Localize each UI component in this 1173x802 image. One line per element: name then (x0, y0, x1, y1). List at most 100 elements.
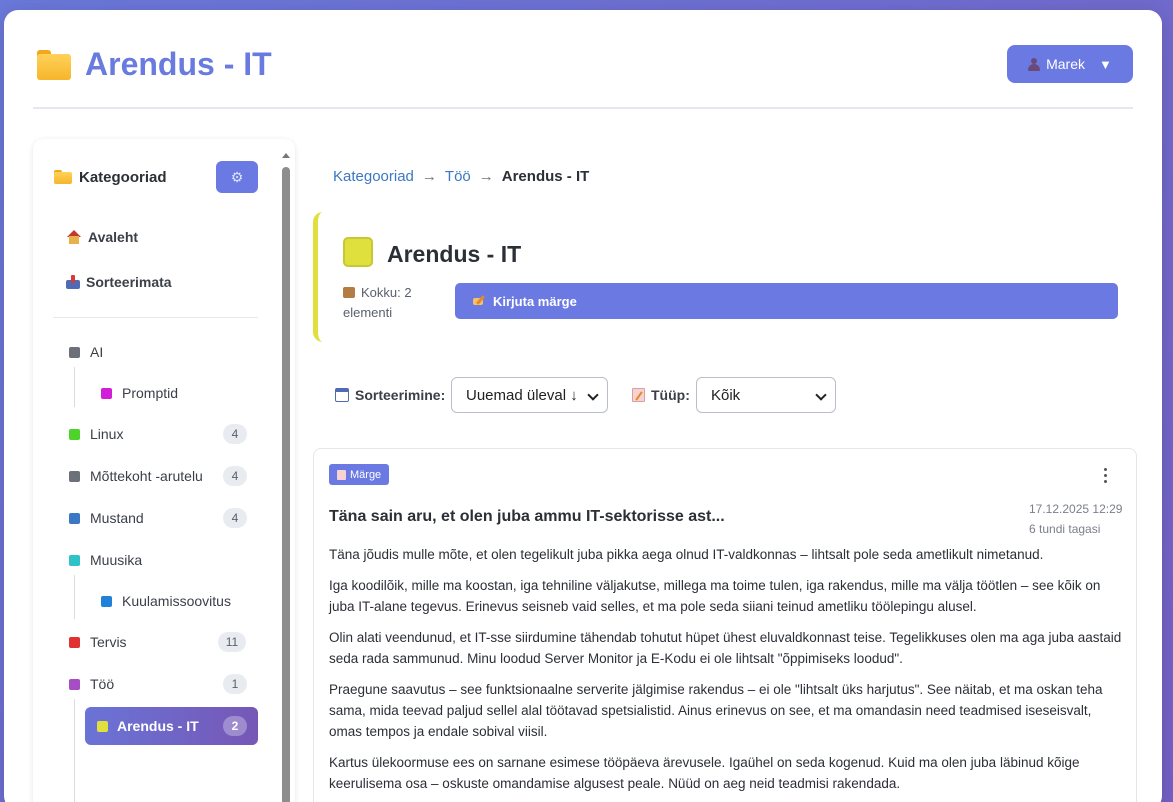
category-label: Tervis (90, 634, 127, 650)
note-title: Täna sain aru, et olen juba ammu IT-sekt… (329, 508, 725, 525)
note-paragraph: Iga koodilõik, mille ma koostan, iga teh… (329, 578, 1101, 614)
nav-item-label: Sorteerimata (86, 274, 172, 290)
user-icon (1028, 57, 1041, 71)
sidebar-divider (53, 317, 258, 318)
category-color (69, 678, 80, 690)
tree-line (74, 575, 75, 619)
sort-select-value: Uuemad üleval ↓ (466, 386, 578, 404)
category-color-swatch (343, 237, 373, 267)
note-type-label: Märge (350, 468, 382, 481)
sort-select[interactable]: Uuemad üleval ↓ (451, 377, 608, 413)
category-count-badge: 2 (223, 716, 247, 736)
note-card[interactable]: Märge 17.12.2025 12:29 6 tundi tagasi Tä… (313, 448, 1137, 802)
nav-item-label: Avaleht (88, 229, 139, 245)
sidebar: Kategooriad ⚙ Avaleht Sorteerimata AI Pr… (33, 139, 295, 802)
sidebar-item-arendus-it[interactable]: Arendus - IT 2 (85, 707, 258, 745)
tree-line (74, 699, 75, 802)
writing-hand-icon (473, 295, 487, 307)
write-note-button[interactable]: Kirjuta märge (455, 283, 1118, 319)
package-icon (343, 287, 355, 298)
chevron-down-icon (815, 389, 827, 401)
tree-line (74, 367, 75, 407)
type-label: Tüüp: (632, 387, 690, 403)
category-color (69, 346, 80, 358)
category-count-badge: 4 (223, 466, 247, 486)
user-name: Marek (1046, 56, 1086, 72)
note-type-badge: Märge (329, 464, 390, 485)
scroll-up-arrow-icon[interactable] (282, 153, 290, 158)
sidebar-scrollbar[interactable] (281, 149, 291, 802)
note-body: Täna jõudis mulle mõte, et olen tegeliku… (329, 544, 1124, 802)
memo-icon (337, 469, 346, 480)
sidebar-item-linux[interactable]: Linux (69, 426, 123, 442)
breadcrumb-separator: → (421, 168, 437, 185)
note-relative-time: 6 tundi tagasi (1029, 522, 1101, 536)
inbox-icon (66, 275, 80, 289)
breadcrumb: Kategooriad → Töö → Arendus - IT (333, 168, 589, 185)
note-paragraph: Kartus ülekoormuse ees on sarnane esimes… (329, 755, 1080, 791)
note-date: 17.12.2025 12:29 (1029, 502, 1123, 516)
more-options-icon[interactable] (1095, 463, 1115, 487)
category-label: AI (90, 344, 104, 360)
category-count-badge: 1 (223, 674, 247, 694)
type-select[interactable]: Kõik (696, 377, 836, 413)
nav-item-home[interactable]: Avaleht (66, 229, 138, 245)
note-paragraph: Täna jõudis mulle mõte, et olen tegeliku… (329, 547, 1044, 562)
sidebar-item-promptid[interactable]: Promptid (101, 385, 178, 401)
folder-icon (54, 170, 72, 184)
category-color (69, 428, 80, 440)
memo-icon (632, 388, 645, 402)
category-header: Arendus - IT Kokku: 2 elementi Kirjuta m… (313, 212, 1133, 342)
category-label: Muusika (90, 552, 143, 568)
breadcrumb-link-kategooriad[interactable]: Kategooriad (333, 168, 414, 185)
category-label: Töö (90, 676, 115, 692)
app-header: Arendus - IT Marek ▼ (33, 10, 1133, 109)
sidebar-item-mustand[interactable]: Mustand (69, 510, 144, 526)
chevron-down-icon (587, 389, 599, 401)
app-window: Arendus - IT Marek ▼ Kategooriad ⚙ Avale… (4, 10, 1162, 802)
sidebar-item-kuulamissoovitus[interactable]: Kuulamissoovitus (101, 593, 231, 609)
calendar-icon (335, 388, 349, 402)
breadcrumb-separator: → (478, 168, 494, 185)
category-count-badge: 4 (223, 508, 247, 528)
user-menu-button[interactable]: Marek ▼ (1007, 45, 1133, 83)
note-timestamp: 17.12.2025 12:29 6 tundi tagasi (1029, 499, 1122, 539)
category-color (101, 595, 112, 607)
sidebar-title: Kategooriad (79, 169, 167, 186)
sidebar-item-ai[interactable]: AI (69, 344, 103, 360)
sidebar-item-mottekoht[interactable]: Mõttekoht -arutelu (69, 468, 203, 484)
note-paragraph: Praegune saavutus – see funktsionaalne s… (329, 682, 1103, 739)
category-label: Mõttekoht -arutelu (90, 468, 203, 484)
category-label: Arendus - IT (117, 718, 199, 734)
breadcrumb-link-too[interactable]: Töö (445, 168, 471, 185)
category-label: Promptid (122, 385, 179, 401)
category-count-badge: 4 (223, 424, 247, 444)
scrollbar-thumb[interactable] (282, 167, 290, 802)
nav-item-unsorted[interactable]: Sorteerimata (66, 274, 172, 290)
category-label: Kuulamissoovitus (122, 593, 231, 609)
category-title: Arendus - IT (387, 241, 522, 267)
type-label-text: Tüüp: (651, 387, 690, 403)
sidebar-item-tervis[interactable]: Tervis (69, 634, 127, 650)
category-color (69, 470, 80, 482)
category-color (101, 387, 112, 399)
breadcrumb-current: Arendus - IT (501, 168, 590, 185)
category-label: Linux (90, 426, 124, 442)
folder-icon (37, 50, 71, 80)
category-color (69, 512, 80, 524)
write-note-label: Kirjuta märge (493, 293, 577, 309)
note-paragraph: Olin alati veendunud, et IT-sse siirdumi… (329, 630, 1122, 666)
page-title: Arendus - IT (85, 46, 272, 82)
house-icon (66, 230, 82, 244)
category-color (69, 554, 80, 566)
category-label: Mustand (90, 510, 144, 526)
sort-label: Sorteerimine: (335, 387, 445, 403)
sidebar-item-muusika[interactable]: Muusika (69, 552, 142, 568)
sidebar-item-too[interactable]: Töö (69, 676, 114, 692)
sidebar-header: Kategooriad ⚙ (54, 161, 259, 193)
category-settings-button[interactable]: ⚙ (216, 161, 258, 193)
gear-icon: ⚙ (230, 168, 244, 185)
caret-down-icon: ▼ (1099, 56, 1112, 72)
category-color (97, 720, 108, 732)
category-count-badge: 11 (218, 632, 246, 652)
